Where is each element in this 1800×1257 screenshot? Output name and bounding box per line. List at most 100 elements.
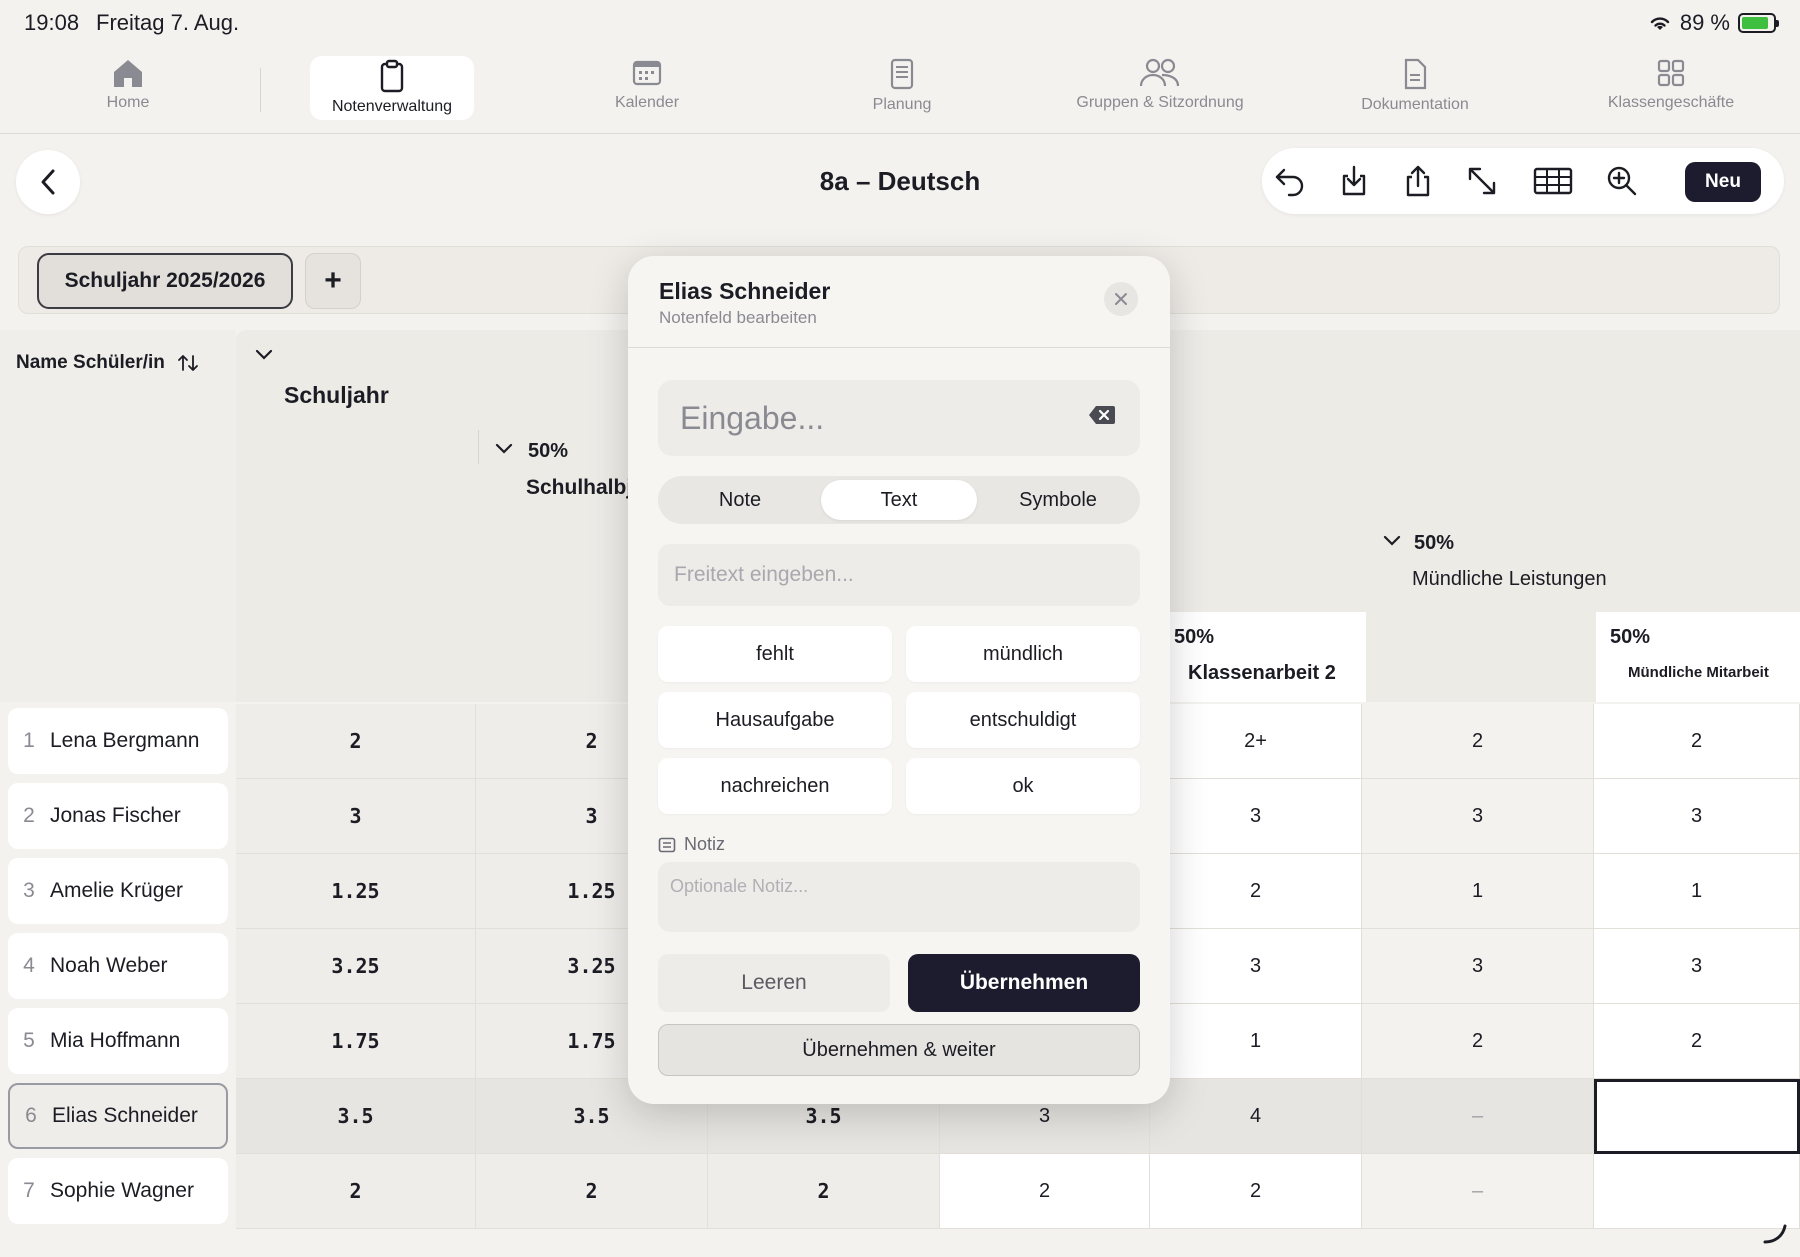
expand-button[interactable] [1464, 163, 1500, 199]
name-header-label: Name Schüler/in [16, 352, 165, 373]
grade-cell[interactable]: 1 [1594, 854, 1800, 929]
grade-cell[interactable]: 2 [708, 1154, 940, 1229]
grade-cell[interactable]: 2 [1594, 704, 1800, 779]
header-divider [478, 430, 479, 464]
table-view-button[interactable] [1532, 163, 1574, 199]
student-row-name[interactable]: 1 Lena Bergmann [8, 708, 228, 774]
grade-cell[interactable]: – [1362, 1154, 1594, 1229]
backspace-icon[interactable] [1088, 404, 1116, 426]
zoom-button[interactable] [1604, 163, 1640, 199]
chip-ok[interactable]: ok [906, 758, 1140, 814]
grade-cell[interactable]: 2 [1150, 854, 1362, 929]
tab-text[interactable]: Text [821, 480, 977, 520]
chip-nachreichen[interactable]: nachreichen [658, 758, 892, 814]
clear-button[interactable]: Leeren [658, 954, 890, 1012]
student-row-name[interactable]: 3 Amelie Krüger [8, 858, 228, 924]
top-navigation: Home Notenverwaltung Kalender Planung Gr… [0, 48, 1800, 134]
grade-cell[interactable]: 1 [1362, 854, 1594, 929]
grade-cell[interactable]: 3 [1362, 779, 1594, 854]
name-column-header: Name Schüler/in [0, 330, 236, 702]
name-sort-header[interactable]: Name Schüler/in [16, 352, 199, 374]
grade-cell[interactable]: 1.25 [236, 854, 476, 929]
chevron-down-icon[interactable] [494, 442, 514, 456]
share-button[interactable] [1400, 163, 1436, 199]
nav-item-notenverwaltung[interactable]: Notenverwaltung [310, 56, 474, 120]
grade-cell[interactable]: 3 [1362, 929, 1594, 1004]
import-button[interactable] [1336, 163, 1372, 199]
student-row-name[interactable]: 4 Noah Weber [8, 933, 228, 999]
grade-cell[interactable]: 3.5 [236, 1079, 476, 1154]
grade-cell[interactable]: 1.75 [236, 1004, 476, 1079]
tab-symbole[interactable]: Symbole [980, 480, 1136, 520]
student-number: 4 [23, 954, 35, 977]
chevron-down-icon[interactable] [1382, 534, 1402, 548]
nav-label: Gruppen & Sitzordnung [1076, 94, 1244, 111]
nav-label: Dokumentation [1361, 96, 1469, 113]
chevron-left-icon [41, 169, 55, 195]
wifi-icon [1650, 17, 1670, 30]
nav-item-dokumentation[interactable]: Dokumentation [1350, 56, 1480, 120]
grade-cell[interactable]: – [1362, 1079, 1594, 1154]
student-row-name[interactable]: 6 Elias Schneider [8, 1083, 228, 1149]
chip-muendlich[interactable]: mündlich [906, 626, 1140, 682]
nav-item-kalender[interactable]: Kalender [590, 56, 704, 120]
student-number: 6 [25, 1104, 37, 1127]
resize-handle-icon[interactable] [1762, 1222, 1788, 1246]
chip-entschuldigt[interactable]: entschuldigt [906, 692, 1140, 748]
expand-icon [1468, 167, 1496, 195]
grade-cell[interactable]: 2 [236, 1154, 476, 1229]
apply-button[interactable]: Übernehmen [908, 954, 1140, 1012]
nav-label: Notenverwaltung [331, 98, 453, 115]
users-icon [1139, 58, 1180, 87]
back-button[interactable] [16, 150, 80, 214]
battery-percent: 89 % [1679, 10, 1730, 35]
grade-cell[interactable]: 3 [1150, 779, 1362, 854]
close-icon [1115, 293, 1127, 305]
grade-input[interactable] [658, 380, 1140, 456]
grade-cell[interactable]: 3 [1594, 929, 1800, 1004]
grade-cell[interactable] [1594, 1154, 1800, 1229]
grade-cell[interactable]: 2 [1594, 1004, 1800, 1079]
student-row-name[interactable]: 7 Sophie Wagner [8, 1158, 228, 1224]
add-year-button[interactable]: + [305, 253, 361, 309]
grade-cell[interactable]: 2 [1150, 1154, 1362, 1229]
grade-cell[interactable]: 3 [236, 779, 476, 854]
student-row-name[interactable]: 5 Mia Hoffmann [8, 1008, 228, 1074]
grade-cell[interactable]: 2 [1362, 1004, 1594, 1079]
chip-fehlt[interactable]: fehlt [658, 626, 892, 682]
new-button[interactable]: Neu [1685, 162, 1761, 202]
grade-cell[interactable]: 3.25 [236, 929, 476, 1004]
student-number: 2 [23, 804, 35, 827]
input-mode-segment: Note Text Symbole [658, 476, 1140, 524]
note-icon [658, 837, 676, 852]
note-input[interactable] [658, 862, 1140, 932]
nav-item-home[interactable]: Home [80, 56, 176, 120]
student-name: Jonas Fischer [50, 804, 181, 827]
year-chip[interactable]: Schuljahr 2025/2026 [37, 253, 293, 309]
apply-next-button[interactable]: Übernehmen & weiter [658, 1024, 1140, 1076]
clipboard-icon [380, 59, 404, 93]
student-row-name[interactable]: 2 Jonas Fischer [8, 783, 228, 849]
chip-hausaufgabe[interactable]: Hausaufgabe [658, 692, 892, 748]
nav-item-planung[interactable]: Planung [852, 56, 952, 120]
grade-cell[interactable]: 2+ [1150, 704, 1362, 779]
grade-cell[interactable] [1594, 1079, 1800, 1154]
grade-cell[interactable]: 2 [236, 704, 476, 779]
mitarbeit-header-cell: 50% Mündliche Mitarbeit [1596, 612, 1800, 702]
grade-cell[interactable]: 4 [1150, 1079, 1362, 1154]
grade-cell[interactable]: 2 [940, 1154, 1150, 1229]
student-number: 5 [23, 1029, 35, 1052]
grade-cell[interactable]: 1 [1150, 1004, 1362, 1079]
freetext-input[interactable] [658, 544, 1140, 606]
undo-icon [1275, 168, 1304, 197]
nav-item-klassengeschaefte[interactable]: Klassengeschäfte [1596, 56, 1746, 120]
chevron-down-icon[interactable] [254, 348, 274, 362]
grade-cell[interactable]: 2 [1362, 704, 1594, 779]
nav-item-gruppen[interactable]: Gruppen & Sitzordnung [1062, 56, 1258, 120]
grade-cell[interactable]: 2 [476, 1154, 708, 1229]
grade-cell[interactable]: 3 [1594, 779, 1800, 854]
close-button[interactable] [1104, 282, 1138, 316]
undo-button[interactable] [1272, 163, 1308, 199]
tab-note[interactable]: Note [662, 480, 818, 520]
grade-cell[interactable]: 3 [1150, 929, 1362, 1004]
